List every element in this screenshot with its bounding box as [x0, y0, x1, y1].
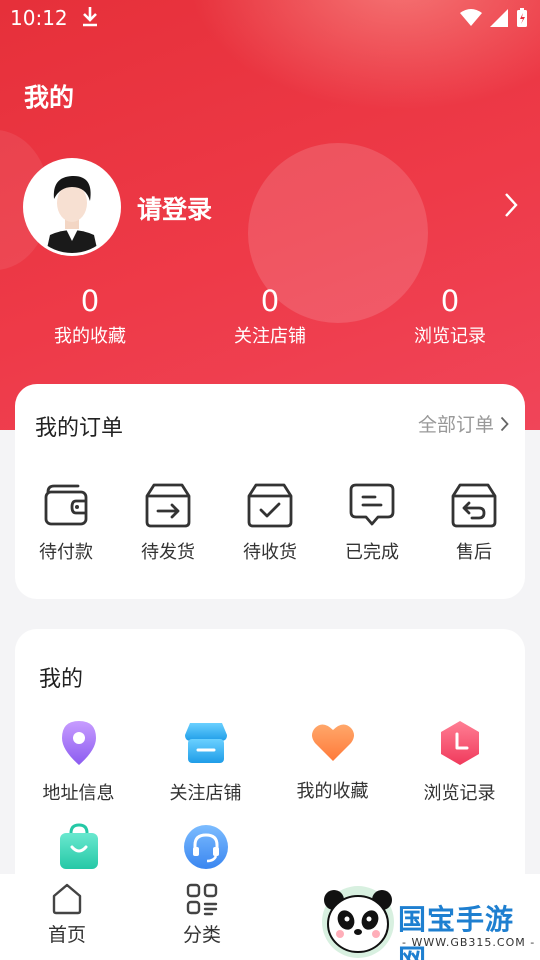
avatar[interactable]	[23, 158, 121, 256]
order-to-ship[interactable]: 待发货	[117, 482, 219, 564]
stat-value: 0	[260, 284, 280, 318]
download-icon	[80, 5, 100, 32]
order-pending-payment[interactable]: 待付款	[15, 482, 117, 564]
all-orders-label: 全部订单	[417, 414, 494, 436]
category-icon	[186, 883, 218, 916]
message-done-icon	[349, 483, 395, 526]
stat-label: 我的收藏	[54, 326, 126, 347]
grid-label: 我的收藏	[296, 781, 369, 802]
page-title: 我的	[24, 83, 75, 112]
order-status-row: 待付款 待发货 待收货 已完成 售后	[15, 482, 525, 564]
grid-label: 地址信息	[42, 783, 115, 804]
location-pin-icon	[61, 721, 96, 765]
order-completed[interactable]: 已完成	[321, 482, 423, 564]
status-time: 10:12	[10, 6, 68, 30]
heart-icon	[311, 724, 354, 761]
all-orders-link[interactable]: 全部订单	[418, 410, 509, 437]
store-icon	[184, 723, 227, 763]
grid-followed-stores[interactable]: 关注店铺	[142, 719, 269, 823]
battery-icon	[517, 8, 527, 27]
orders-title: 我的订单	[35, 416, 124, 441]
order-item-label: 待发货	[141, 542, 195, 563]
stat-label: 关注店铺	[234, 326, 306, 347]
customer-service-icon	[183, 825, 228, 869]
order-item-label: 已完成	[345, 542, 399, 563]
profile-header: 10:12 我的 请登录 0 我的收藏 0 关注店铺 0 浏览记录	[0, 0, 540, 430]
login-link[interactable]: 请登录	[137, 190, 212, 226]
grid-address[interactable]: 地址信息	[15, 719, 142, 823]
status-bar: 10:12	[0, 0, 540, 36]
grid-favorites[interactable]: 我的收藏	[269, 719, 396, 823]
home-icon	[52, 883, 82, 915]
order-item-label: 售后	[456, 542, 492, 563]
grid-history[interactable]: 浏览记录	[396, 719, 523, 823]
chevron-right-icon[interactable]	[504, 192, 518, 222]
nav-home[interactable]: 首页	[22, 882, 112, 947]
nav-label: 分类	[182, 924, 221, 946]
watermark-site: - WWW.GB315.COM -	[402, 936, 536, 949]
grid-label: 浏览记录	[423, 783, 496, 804]
mine-title: 我的	[39, 667, 84, 692]
stats-row: 0 我的收藏 0 关注店铺 0 浏览记录	[0, 284, 540, 348]
order-item-label: 待收货	[243, 542, 297, 563]
panda-logo-icon	[322, 886, 394, 958]
watermark-brand: 国宝手游网	[398, 903, 515, 960]
order-after-sales[interactable]: 售后	[423, 482, 525, 564]
nav-category[interactable]: 分类	[157, 882, 247, 947]
box-arrow-icon	[145, 483, 191, 528]
box-check-icon	[247, 483, 293, 528]
nav-label: 首页	[47, 924, 86, 946]
grid-label: 关注店铺	[169, 783, 242, 804]
watermark: 国宝手游网 - WWW.GB315.COM -	[318, 880, 540, 960]
orders-card: 我的订单 全部订单 待付款 待发货 待收货 已完成 售后	[15, 384, 525, 599]
stat-value: 0	[440, 284, 460, 318]
shopping-bag-icon	[59, 823, 98, 869]
wifi-icon	[460, 9, 482, 26]
clock-icon	[440, 721, 479, 765]
wallet-icon	[44, 484, 88, 526]
stat-history[interactable]: 0 浏览记录	[360, 284, 540, 348]
order-item-label: 待付款	[39, 542, 93, 563]
stat-followed-stores[interactable]: 0 关注店铺	[180, 284, 360, 348]
signal-icon	[490, 9, 508, 27]
chevron-right-icon	[500, 416, 509, 431]
stat-label: 浏览记录	[414, 326, 486, 347]
box-return-icon	[451, 483, 497, 528]
order-to-receive[interactable]: 待收货	[219, 482, 321, 564]
stat-value: 0	[80, 284, 100, 318]
status-icons	[460, 8, 528, 28]
stat-favorites[interactable]: 0 我的收藏	[0, 284, 180, 348]
